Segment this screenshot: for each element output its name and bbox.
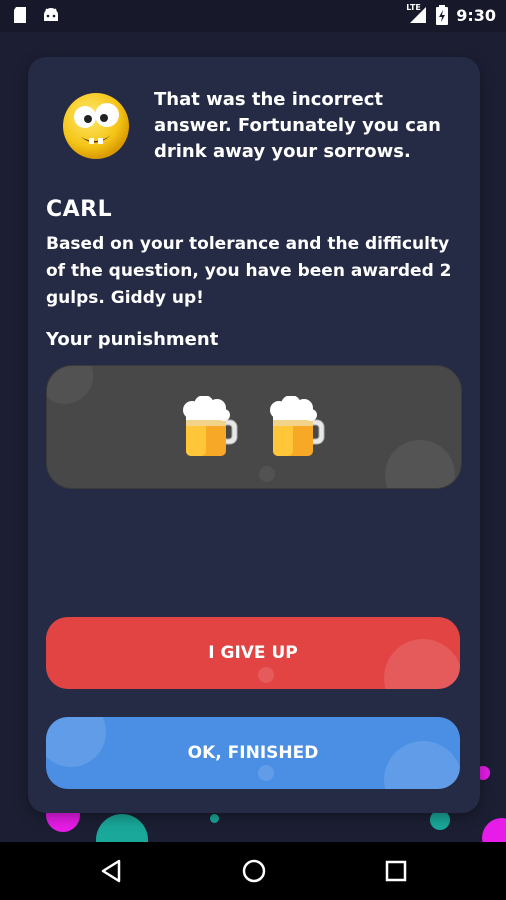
bg-decoration <box>384 639 460 689</box>
bg-decoration <box>47 366 93 404</box>
bg-decoration <box>258 765 274 781</box>
network-type: LTE <box>406 3 421 12</box>
home-icon[interactable] <box>239 856 269 886</box>
sd-card-icon <box>14 7 26 23</box>
bg-decoration <box>385 440 455 488</box>
player-name: CARL <box>46 197 113 222</box>
give-up-button[interactable]: I GIVE UP <box>46 617 460 689</box>
ok-finished-button[interactable]: OK, FINISHED <box>46 717 460 789</box>
bg-decoration <box>430 810 450 830</box>
signal-icon: LTE <box>406 3 428 25</box>
result-dialog: That was the incorrect answer. Fortunate… <box>28 57 480 813</box>
battery-charging-icon <box>436 5 449 25</box>
beer-mug-icon <box>183 396 238 456</box>
navigation-bar <box>0 842 506 900</box>
result-message: That was the incorrect answer. Fortunate… <box>154 89 441 162</box>
punishment-description: Based on your tolerance and the difficul… <box>46 234 452 308</box>
bg-decoration <box>46 717 106 767</box>
bg-decoration <box>259 466 275 482</box>
punishment-box <box>46 365 462 489</box>
bg-decoration <box>210 814 219 823</box>
dizzy-face-icon <box>63 93 129 159</box>
bg-decoration <box>258 667 274 683</box>
punishment-label: Your punishment <box>46 329 219 350</box>
recents-icon[interactable] <box>381 856 411 886</box>
status-bar: LTE 9:30 <box>0 0 506 32</box>
beer-mug-icon <box>270 396 325 456</box>
android-icon <box>44 8 58 21</box>
bg-decoration <box>384 741 460 789</box>
ok-finished-label: OK, FINISHED <box>187 743 319 763</box>
back-icon[interactable] <box>97 856 127 886</box>
give-up-label: I GIVE UP <box>208 643 298 663</box>
clock: 9:30 <box>456 5 496 25</box>
